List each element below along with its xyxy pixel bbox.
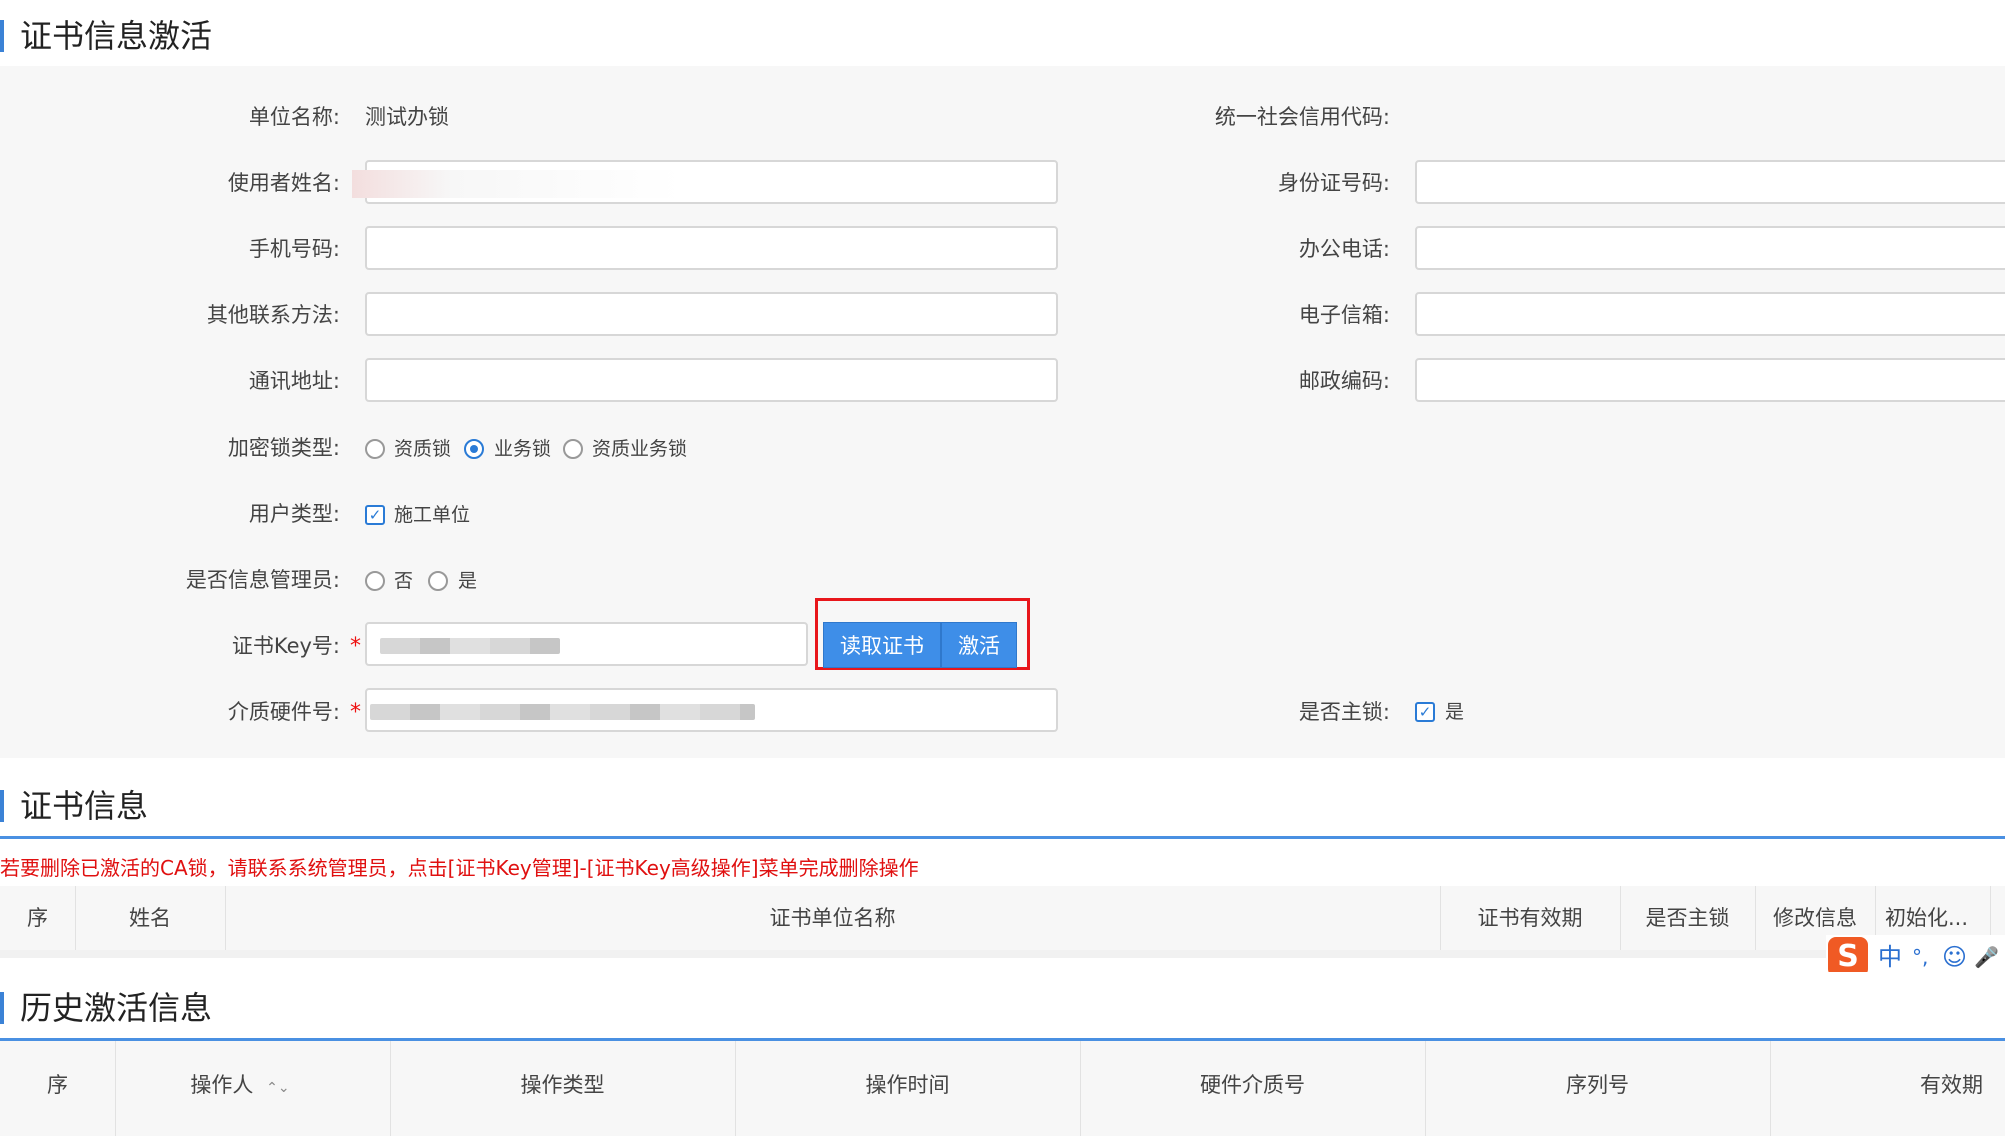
cert-key-redacted — [380, 638, 560, 654]
hardware-no-redacted — [370, 704, 755, 720]
user-type-label: 用户类型: — [248, 502, 340, 526]
address-label: 通讯地址: — [248, 369, 340, 393]
col-header: 序列号 — [1566, 1073, 1629, 1097]
col-header: 硬件介质号 — [1200, 1073, 1305, 1097]
lock-type-radio-qualification[interactable] — [365, 439, 385, 459]
is-admin-label: 是否信息管理员: — [185, 568, 340, 592]
is-admin-option-label: 否 — [394, 570, 414, 592]
col-header: 序 — [27, 906, 48, 930]
user-name-label: 使用者姓名: — [227, 171, 340, 195]
required-mark: * — [350, 634, 361, 659]
section-header-history: 历史激活信息 — [0, 972, 2005, 1041]
is-admin-radio-yes[interactable] — [428, 571, 448, 591]
user-type-option-label: 施工单位 — [394, 504, 471, 526]
section-header-cert-info: 证书信息 — [0, 770, 2005, 839]
col-header: 有效期 — [1770, 1065, 2005, 1105]
section-title: 证书信息激活 — [20, 17, 213, 55]
lock-type-radio-qual-business[interactable] — [563, 439, 583, 459]
user-name-redacted — [352, 170, 682, 198]
section-accent-bar — [0, 20, 4, 52]
col-header: 姓名 — [129, 906, 171, 930]
office-phone-label: 办公电话: — [1298, 237, 1390, 261]
unit-name-value: 测试办锁 — [365, 105, 449, 129]
credit-code-label: 统一社会信用代码: — [1214, 105, 1390, 129]
read-cert-button[interactable]: 读取证书 — [823, 622, 941, 668]
ime-emoji-icon[interactable]: ☺ — [1942, 941, 1967, 973]
id-number-input[interactable] — [1415, 160, 2005, 204]
email-label: 电子信箱: — [1298, 303, 1390, 327]
delete-warning: 若要删除已激活的CA锁，请联系系统管理员，点击[证书Key管理]-[证书Key高… — [0, 856, 919, 880]
postcode-input[interactable] — [1415, 358, 2005, 402]
lock-type-option-label: 资质锁 — [394, 438, 452, 460]
ime-chinese-mode-icon[interactable]: 中 — [1878, 941, 1902, 973]
col-header: 是否主锁 — [1645, 906, 1730, 930]
cert-info-table-body — [0, 950, 2005, 958]
ime-voice-icon[interactable]: 🎤 — [1974, 941, 1999, 973]
mobile-input[interactable] — [365, 226, 1058, 270]
required-mark: * — [350, 700, 361, 725]
postcode-label: 邮政编码: — [1298, 369, 1390, 393]
section-header-activation: 证书信息激活 — [0, 0, 2005, 69]
other-contact-input[interactable] — [365, 292, 1058, 336]
address-input[interactable] — [365, 358, 1058, 402]
col-header: 证书单位名称 — [769, 906, 896, 930]
is-main-lock-option-label: 是 — [1445, 701, 1465, 723]
col-header-label: 有效期 — [1920, 1073, 1983, 1097]
is-main-lock-checkbox[interactable]: ✓ — [1415, 702, 1435, 722]
lock-type-option-label: 资质业务锁 — [592, 438, 688, 460]
history-table-header: 序 操作人 ⌃⌄ 操作类型 操作时间 硬件介质号 序列号 有效期 — [0, 1041, 2005, 1136]
unit-name-label: 单位名称: — [248, 105, 340, 129]
is-main-lock-label: 是否主锁: — [1298, 700, 1390, 724]
id-number-label: 身份证号码: — [1277, 171, 1390, 195]
sogou-logo-icon[interactable]: S — [1828, 937, 1868, 977]
lock-type-label: 加密锁类型: — [227, 436, 340, 460]
sort-icon[interactable]: ⌃⌄ — [266, 1080, 289, 1096]
is-admin-radio-no[interactable] — [365, 571, 385, 591]
cert-info-table-header: 序 姓名 证书单位名称 证书有效期 是否主锁 修改信息 初始化... — [0, 886, 2005, 950]
mobile-label: 手机号码: — [248, 237, 340, 261]
section-accent-bar — [0, 790, 4, 822]
user-type-checkbox[interactable]: ✓ — [365, 505, 385, 525]
cert-key-label: 证书Key号: — [231, 634, 340, 658]
col-header: 证书有效期 — [1477, 906, 1583, 930]
col-header-label: 操作人 — [190, 1073, 254, 1097]
lock-type-radio-business[interactable] — [464, 439, 484, 459]
ime-punctuation-icon[interactable]: °, — [1912, 941, 1928, 973]
section-title: 证书信息 — [20, 787, 149, 825]
section-accent-bar — [0, 992, 4, 1024]
col-header-operator[interactable]: 操作人 ⌃⌄ — [115, 1065, 365, 1108]
col-header: 操作时间 — [865, 1073, 950, 1097]
office-phone-input[interactable] — [1415, 226, 2005, 270]
section-title: 历史激活信息 — [20, 989, 213, 1027]
lock-type-option-label: 业务锁 — [494, 438, 552, 460]
hardware-no-label: 介质硬件号: — [227, 700, 340, 724]
col-header: 序 — [47, 1073, 68, 1097]
col-header: 操作类型 — [520, 1073, 605, 1097]
activate-button[interactable]: 激活 — [941, 622, 1017, 668]
other-contact-label: 其他联系方法: — [206, 303, 340, 327]
email-input[interactable] — [1415, 292, 2005, 336]
is-admin-option-label: 是 — [458, 570, 478, 592]
